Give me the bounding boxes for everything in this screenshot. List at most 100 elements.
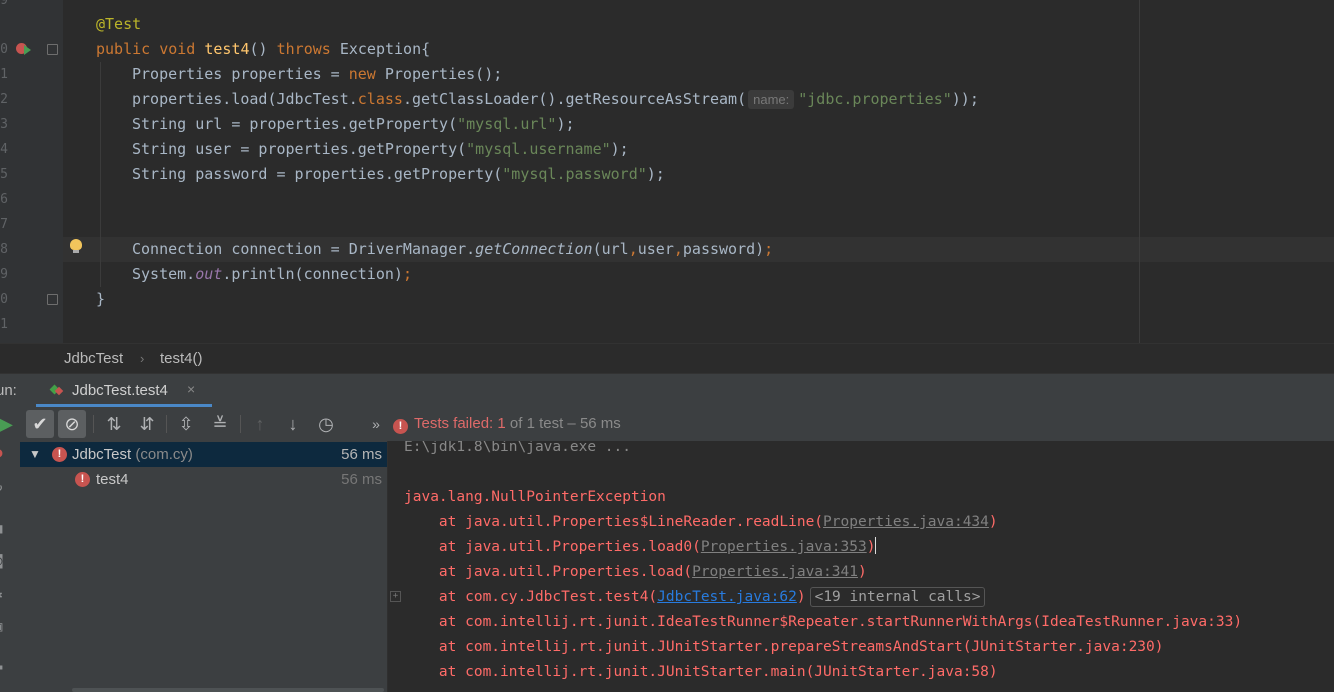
toggle-auto-test-icon[interactable]: ■ <box>0 521 10 537</box>
next-failed-icon[interactable]: ↓ <box>279 410 307 438</box>
console-exception: java.lang.NullPointerException <box>404 489 666 505</box>
stack-frame: at com.cy.JdbcTest.test4(JdbcTest.java:6… <box>404 585 986 610</box>
expand-arrow-icon[interactable]: ▼ <box>29 442 41 467</box>
failed-count: 1 <box>493 415 506 432</box>
right-margin-guide <box>1139 0 1140 343</box>
sort-by-duration-icon[interactable]: ⇵ <box>133 410 161 438</box>
breadcrumb-method[interactable]: test4() <box>160 350 203 367</box>
scrollbar-thumb[interactable] <box>72 688 384 692</box>
line-number: 9 <box>0 0 8 8</box>
run-toolbar: ▶ ✔ ⊘ ⇅ ⇵ ⇳ ≚ ↑ ↓ ◷ » ! Tests failed: 1 o… <box>0 407 1334 441</box>
line-number: 0 <box>0 292 8 307</box>
code-line[interactable]: String password = properties.getProperty… <box>132 162 665 187</box>
stack-frame: at com.intellij.rt.junit.JUnitStarter.pr… <box>404 639 1164 655</box>
test-duration: 56 ms <box>341 446 382 463</box>
test-history-icon[interactable]: ◷ <box>312 410 340 438</box>
test-duration: 56 ms <box>341 471 382 488</box>
line-number: 0 <box>0 42 8 57</box>
previous-failed-icon[interactable]: ↑ <box>246 410 274 438</box>
rerun-failed-icon[interactable]: ↻ <box>0 479 10 495</box>
rerun-icon[interactable]: ▶ <box>0 410 20 438</box>
test-summary: of 1 test – 56 ms <box>505 415 621 432</box>
expand-folded-icon[interactable]: + <box>390 591 401 602</box>
console-output[interactable]: E:\jdk1.8\bin\java.exe ... java.lang.Nul… <box>388 441 1334 692</box>
run-side-stripe: ● ↻ ■ ◙ ✱ ▣ ▬ <box>0 441 20 692</box>
toolbar-separator <box>93 415 94 433</box>
code-line[interactable]: properties.load(JdbcTest.class.getClassL… <box>132 87 979 112</box>
line-number: 1 <box>0 67 8 82</box>
breadcrumb-class[interactable]: JdbcTest <box>64 350 123 367</box>
fold-icon[interactable] <box>47 44 58 55</box>
tree-node-test-method[interactable]: ! test4 56 ms <box>20 467 387 492</box>
internal-calls-fold[interactable]: <19 internal calls> <box>809 587 986 607</box>
show-ignored-icon[interactable]: ⊘ <box>58 410 86 438</box>
breadcrumb: JdbcTest › test4() <box>0 343 1334 374</box>
stack-frame: at java.util.Properties$LineReader.readL… <box>404 514 998 530</box>
source-link[interactable]: Properties.java:353 <box>701 539 867 555</box>
horizontal-scrollbar[interactable] <box>20 687 387 692</box>
code-line[interactable]: Connection connection = DriverManager.ge… <box>132 237 773 262</box>
line-number: 3 <box>0 117 8 132</box>
line-number: 9 <box>0 267 8 282</box>
lightbulb-icon[interactable] <box>70 239 82 253</box>
test-failed-icon: ! <box>52 447 67 462</box>
collapse-all-icon[interactable]: ≚ <box>206 410 234 438</box>
stack-frame: at java.util.Properties.load0(Properties… <box>404 537 877 555</box>
tests-failed-label: Tests failed: <box>414 415 494 432</box>
source-link[interactable]: Properties.java:434 <box>823 514 989 530</box>
code-line[interactable]: System.out.println(connection); <box>132 262 412 287</box>
code-line[interactable]: String user = properties.getProperty("my… <box>132 137 629 162</box>
test-class-name: JdbcTest <box>72 446 132 463</box>
run-label: un: <box>0 382 17 399</box>
run-tool-window-header: un: JdbcTest.test4 × <box>0 373 1334 408</box>
line-number: 2 <box>0 92 8 107</box>
tab-title: JdbcTest.test4 <box>72 382 168 399</box>
show-passed-icon[interactable]: ✔ <box>26 410 54 438</box>
export-icon[interactable]: ▣ <box>0 619 10 635</box>
code-line[interactable]: Properties properties = new Properties()… <box>132 62 502 87</box>
source-link[interactable]: JdbcTest.java:62 <box>657 589 797 605</box>
text-caret <box>875 537 877 554</box>
code-line[interactable]: String url = properties.getProperty("mys… <box>132 112 575 137</box>
error-icon: ! <box>393 419 408 434</box>
stop-error-icon[interactable]: ● <box>0 445 10 461</box>
more-icon[interactable]: » <box>362 410 390 438</box>
code-editor[interactable]: 9 0 1 2 3 4 5 6 7 8 9 0 1 @Test public v… <box>0 0 1334 343</box>
code-line[interactable]: public void test4() throws Exception{ <box>96 37 430 62</box>
fold-icon[interactable] <box>47 294 58 305</box>
test-failed-icon: ! <box>75 472 90 487</box>
run-test-play-icon[interactable] <box>24 45 31 55</box>
close-icon[interactable]: × <box>187 381 195 397</box>
stack-frame: at com.intellij.rt.junit.JUnitStarter.ma… <box>404 664 998 680</box>
line-number: 6 <box>0 192 8 207</box>
tab-run-config[interactable]: JdbcTest.test4 × <box>36 374 212 407</box>
toolbar-separator <box>166 415 167 433</box>
code-line[interactable]: @Test <box>96 12 141 37</box>
pin-icon[interactable]: ▬ <box>0 659 10 675</box>
stack-frame: at java.util.Properties.load(Properties.… <box>404 564 867 580</box>
test-method-name: test4 <box>96 471 129 488</box>
camera-icon[interactable]: ◙ <box>0 553 10 569</box>
breadcrumb-separator: › <box>140 351 145 366</box>
line-number: 1 <box>0 317 8 332</box>
test-class-package: (com.cy) <box>135 446 193 463</box>
line-number: 8 <box>0 242 8 257</box>
line-number: 5 <box>0 167 8 182</box>
stack-frame: at com.intellij.rt.junit.IdeaTestRunner$… <box>404 614 1243 630</box>
expand-all-icon[interactable]: ⇳ <box>172 410 200 438</box>
test-status: ! Tests failed: 1 of 1 test – 56 ms <box>393 415 621 434</box>
test-failed-badge-icon <box>54 386 64 396</box>
console-command-line: E:\jdk1.8\bin\java.exe ... <box>404 441 631 455</box>
editor-gutter: 9 0 1 2 3 4 5 6 7 8 9 0 1 <box>0 0 63 343</box>
settings-icon[interactable]: ✱ <box>0 587 10 603</box>
indent-guide <box>100 62 101 287</box>
source-link[interactable]: Properties.java:341 <box>692 564 858 580</box>
toolbar-separator <box>240 415 241 433</box>
sort-alphabetically-icon[interactable]: ⇅ <box>100 410 128 438</box>
line-number: 4 <box>0 142 8 157</box>
code-line[interactable]: } <box>96 287 105 312</box>
parameter-hint: name: <box>748 90 795 109</box>
line-number: 7 <box>0 217 8 232</box>
tree-node-test-class[interactable]: ▼ ! JdbcTest (com.cy) 56 ms <box>20 442 387 467</box>
test-results-tree[interactable]: ▼ ! JdbcTest (com.cy) 56 ms ! test4 56 m… <box>20 441 388 692</box>
